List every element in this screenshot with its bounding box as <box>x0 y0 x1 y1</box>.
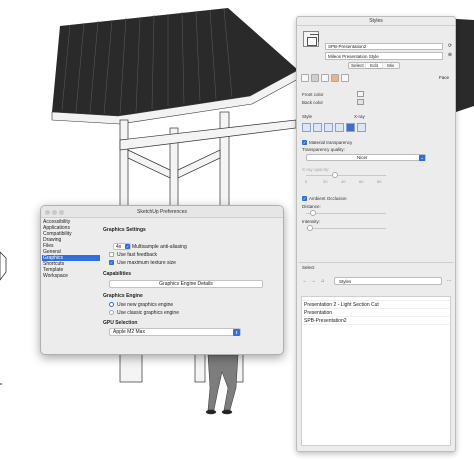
distance-knob[interactable] <box>310 210 316 216</box>
opacity-tick: 80 <box>377 179 382 184</box>
list-item[interactable]: Presentation 2 - Light Section Cut <box>302 301 450 309</box>
material-transparency-checkbox[interactable]: ✓ <box>302 140 307 145</box>
classic-engine-radio[interactable] <box>109 310 114 315</box>
style-name-field[interactable]: SPB-Presentation2 <box>325 43 443 50</box>
front-color-swatch[interactable] <box>357 91 364 97</box>
classic-engine-label: Use classic graphics engine <box>117 310 179 316</box>
collection-select[interactable]: Styles <box>334 277 442 285</box>
aa-level-value: 4x <box>116 244 122 250</box>
background-settings-button[interactable] <box>321 74 329 82</box>
face-label: Face <box>438 75 449 80</box>
hidden-line-style-button[interactable] <box>313 123 322 132</box>
tab-mix[interactable]: Mix <box>382 63 399 68</box>
multisample-label: Multisample anti-aliasing <box>132 244 187 250</box>
xray-opacity-knob[interactable] <box>332 172 338 178</box>
opacity-tick: 60 <box>359 179 364 184</box>
opacity-tick: 40 <box>341 179 346 184</box>
watermark-settings-button[interactable] <box>331 74 339 82</box>
edit-category-row: Face <box>301 74 453 84</box>
opacity-tick: 20 <box>323 179 328 184</box>
modeling-settings-button[interactable] <box>341 74 349 82</box>
forward-arrow-icon[interactable]: → <box>310 278 316 284</box>
fast-feedback-label: Use fast feedback <box>117 252 158 258</box>
home-icon[interactable]: ⌂ <box>320 278 326 284</box>
style-description-field[interactable]: Mileos Presentation Style <box>325 52 443 60</box>
wireframe-style-button[interactable] <box>302 123 311 132</box>
transparency-quality-label: Transparency quality: <box>302 147 345 152</box>
max-texture-checkbox[interactable]: ✓ <box>109 260 114 265</box>
face-settings-button[interactable] <box>311 74 319 82</box>
intensity-track[interactable] <box>306 228 386 229</box>
style-tabs: Select Edit Mix <box>348 62 400 69</box>
graphics-engine-heading: Graphics Engine <box>103 293 143 299</box>
create-style-icon[interactable]: ⊕ <box>447 52 453 58</box>
graphics-engine-details-button[interactable]: Graphics Engine Details <box>109 280 263 288</box>
xray-opacity-label: X-ray opacity: <box>302 167 330 172</box>
person-figure <box>205 354 239 415</box>
material-transparency-label: Material transparency <box>309 140 353 145</box>
shaded-style-button[interactable] <box>324 123 333 132</box>
multisample-checkbox[interactable]: ✓ <box>125 244 130 249</box>
update-style-icon[interactable]: ⟳ <box>447 43 453 49</box>
back-color-label: Back color <box>302 100 324 105</box>
chevron-down-icon: ⌄ <box>419 155 425 161</box>
new-engine-radio[interactable] <box>109 302 114 307</box>
style-browser-nav: ← → ⌂ Styles ⋯ <box>300 277 454 286</box>
collection-select-value: Styles <box>339 279 352 284</box>
details-menu-icon[interactable]: ⋯ <box>446 278 452 284</box>
sidebar-item-workspace[interactable]: Workspace <box>42 273 100 279</box>
hex-shape <box>0 251 7 281</box>
styles-list: Presentation 2 - Light Section Cut Prese… <box>301 296 451 446</box>
transparency-quality-value: Nicer <box>357 155 368 160</box>
back-arrow-icon[interactable]: ← <box>302 278 308 284</box>
new-engine-label: Use new graphics engine <box>117 302 174 308</box>
list-item[interactable]: SPB-Presentation2 <box>302 317 450 325</box>
tray-title: Styles <box>297 17 455 26</box>
distance-track[interactable] <box>306 213 386 214</box>
tab-select[interactable]: Select <box>349 63 366 68</box>
chevron-updown-icon: ⇕ <box>233 329 240 336</box>
front-color-label: Front color <box>302 92 324 97</box>
xray-toggle-button[interactable] <box>357 123 366 132</box>
ambient-occlusion-checkbox[interactable]: ✓ <box>302 196 307 201</box>
transparency-quality-select[interactable]: Nicer ⌄ <box>306 154 426 161</box>
textured-style-button[interactable] <box>335 123 344 132</box>
xray-opacity-track[interactable] <box>306 175 386 176</box>
gpu-selection-heading: GPU Selection <box>103 320 138 326</box>
graphics-settings-heading: Graphics Settings <box>103 227 146 233</box>
monochrome-style-button[interactable] <box>346 123 355 132</box>
ambient-occlusion-label: Ambient Occlusion <box>309 196 347 201</box>
intensity-knob[interactable] <box>307 225 313 231</box>
list-item[interactable]: Presentation <box>302 309 450 317</box>
zoom-window-button[interactable] <box>59 210 64 215</box>
preferences-sidebar: Accessibility Applications Compatibility… <box>42 219 100 354</box>
capabilities-heading: Capabilities <box>103 271 132 277</box>
intensity-label: Intensity: <box>302 219 321 224</box>
minimize-window-button[interactable] <box>52 210 57 215</box>
gpu-select[interactable]: Apple M2 Max ⇕ <box>109 328 241 336</box>
xray-label: X-ray <box>354 114 365 119</box>
roof <box>52 8 298 116</box>
distance-label: Distance: <box>302 204 321 209</box>
dialog-title: SketchUp Preferences <box>41 206 283 218</box>
close-window-button[interactable] <box>45 210 50 215</box>
style-thumbnail[interactable] <box>303 31 319 47</box>
gpu-select-value: Apple M2 Max <box>113 329 145 335</box>
select-header: Select <box>302 265 315 270</box>
tab-edit[interactable]: Edit <box>365 63 383 68</box>
edge-settings-button[interactable] <box>301 74 309 82</box>
opacity-tick: 0 <box>305 179 308 184</box>
max-texture-label: Use maximum texture size <box>117 260 176 266</box>
back-color-swatch[interactable] <box>357 99 364 105</box>
fast-feedback-checkbox[interactable] <box>109 252 114 257</box>
section-divider <box>298 262 454 263</box>
preferences-dialog: SketchUp Preferences Accessibility Appli… <box>40 205 284 355</box>
style-label: Style <box>302 114 313 119</box>
